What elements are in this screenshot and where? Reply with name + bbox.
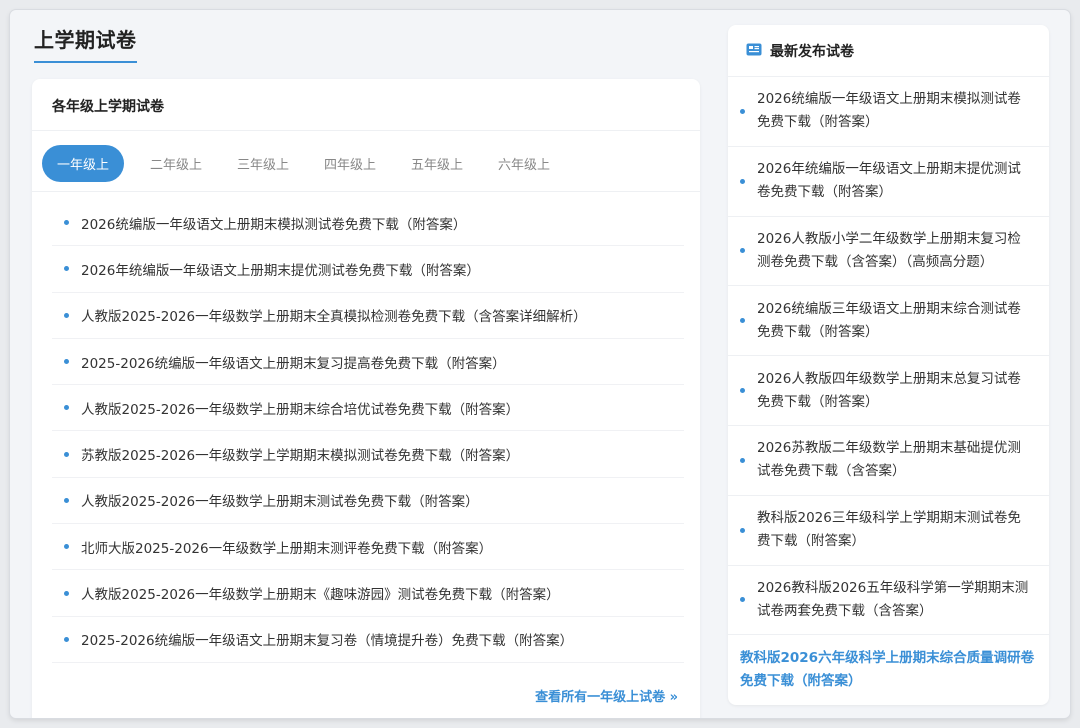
divider xyxy=(32,191,700,192)
bullet-icon xyxy=(740,527,745,533)
list-item[interactable]: 2026苏教版二年级数学上册期末基础提优测试卷免费下载（含答案） xyxy=(728,426,1049,496)
exam-link[interactable]: 人教版2025-2026一年级数学上册期末综合培优试卷免费下载（附答案） xyxy=(81,398,519,418)
exam-link[interactable]: 苏教版2025-2026一年级数学上学期期末模拟测试卷免费下载（附答案） xyxy=(81,444,519,464)
list-item[interactable]: 人教版2025-2026一年级数学上册期末全真模拟检测卷免费下载（含答案详细解析… xyxy=(52,293,684,339)
exam-list: 2026统编版一年级语文上册期末模拟测试卷免费下载（附答案） 2026年统编版一… xyxy=(52,200,684,663)
exam-link[interactable]: 2026统编版三年级语文上册期末综合测试卷免费下载（附答案） xyxy=(757,298,1032,344)
list-item[interactable]: 2025-2026统编版一年级语文上册期末复习提高卷免费下载（附答案） xyxy=(52,339,684,386)
exam-link[interactable]: 北师大版2025-2026一年级数学上册期末测评卷免费下载（附答案） xyxy=(81,537,492,557)
list-item[interactable]: 2026统编版三年级语文上册期末综合测试卷免费下载（附答案） xyxy=(728,286,1049,357)
bullet-icon xyxy=(740,318,745,324)
tab-grade-1[interactable]: 一年级上 xyxy=(42,145,124,182)
bullet-icon xyxy=(64,590,69,596)
list-item[interactable]: 2025-2026统编版一年级语文上册期末复习卷（情境提升卷）免费下载（附答案） xyxy=(52,617,684,663)
latest-exams-panel: 最新发布试卷 2026统编版一年级语文上册期末模拟测试卷免费下载（附答案） 20… xyxy=(728,25,1049,705)
grade-tabs: 一年级上 二年级上 三年级上 四年级上 五年级上 六年级上 xyxy=(42,145,571,182)
list-item[interactable]: 人教版2025-2026一年级数学上册期末综合培优试卷免费下载（附答案） xyxy=(52,385,684,432)
exam-link[interactable]: 2026苏教版二年级数学上册期末基础提优测试卷免费下载（含答案） xyxy=(757,437,1032,483)
tab-grade-3[interactable]: 三年级上 xyxy=(223,145,303,182)
list-item[interactable]: 2026统编版一年级语文上册期末模拟测试卷免费下载（附答案） xyxy=(52,200,684,247)
tab-grade-5[interactable]: 五年级上 xyxy=(397,145,477,182)
list-item[interactable]: 2026统编版一年级语文上册期末模拟测试卷免费下载（附答案） xyxy=(728,77,1049,147)
panel-title: 最新发布试卷 xyxy=(770,43,854,60)
bullet-icon xyxy=(740,178,745,184)
list-item[interactable]: 人教版2025-2026一年级数学上册期末《趣味游园》测试卷免费下载（附答案） xyxy=(52,570,684,617)
exam-link[interactable]: 2026年统编版一年级语文上册期末提优测试卷免费下载（附答案） xyxy=(757,158,1032,204)
exam-link[interactable]: 2026统编版一年级语文上册期末模拟测试卷免费下载（附答案） xyxy=(81,213,466,233)
list-item[interactable]: 人教版2025-2026一年级数学上册期末测试卷免费下载（附答案） xyxy=(52,478,684,525)
exam-link[interactable]: 2026统编版一年级语文上册期末模拟测试卷免费下载（附答案） xyxy=(757,88,1032,134)
bullet-icon xyxy=(64,266,69,272)
bullet-icon xyxy=(64,220,69,226)
featured-exam-link[interactable]: 教科版2026六年级科学上册期末综合质量调研卷免费下载（附答案） xyxy=(728,635,1049,693)
list-item[interactable]: 2026年统编版一年级语文上册期末提优测试卷免费下载（附答案） xyxy=(52,246,684,293)
bullet-icon xyxy=(64,312,69,318)
card-title: 各年级上学期试卷 xyxy=(52,99,164,115)
exam-link[interactable]: 2025-2026统编版一年级语文上册期末复习提高卷免费下载（附答案） xyxy=(81,352,506,372)
newspaper-icon xyxy=(746,41,762,60)
bullet-icon xyxy=(64,497,69,503)
exam-link[interactable]: 2026教科版2026五年级科学第一学期期末测试卷两套免费下载（含答案） xyxy=(757,577,1032,623)
divider xyxy=(32,130,700,131)
exam-link[interactable]: 2026人教版小学二年级数学上册期末复习检测卷免费下载（含答案）（高频高分题） xyxy=(757,228,1032,274)
exam-link[interactable]: 人教版2025-2026一年级数学上册期末全真模拟检测卷免费下载（含答案详细解析… xyxy=(81,305,587,325)
list-item[interactable]: 2026人教版小学二年级数学上册期末复习检测卷免费下载（含答案）（高频高分题） xyxy=(728,217,1049,287)
bullet-icon xyxy=(740,388,745,394)
exam-link[interactable]: 人教版2025-2026一年级数学上册期末测试卷免费下载（附答案） xyxy=(81,490,479,510)
latest-list: 2026统编版一年级语文上册期末模拟测试卷免费下载（附答案） 2026年统编版一… xyxy=(728,77,1049,636)
list-item[interactable]: 2026年统编版一年级语文上册期末提优测试卷免费下载（附答案） xyxy=(728,147,1049,217)
exam-link[interactable]: 人教版2025-2026一年级数学上册期末《趣味游园》测试卷免费下载（附答案） xyxy=(81,583,560,603)
list-item[interactable]: 2026教科版2026五年级科学第一学期期末测试卷两套免费下载（含答案） xyxy=(728,566,1049,636)
view-all-link[interactable]: 查看所有一年级上试卷 » xyxy=(535,686,678,705)
exam-link[interactable]: 教科版2026三年级科学上学期期末测试卷免费下载（附答案） xyxy=(757,507,1032,553)
list-item[interactable]: 教科版2026三年级科学上学期期末测试卷免费下载（附答案） xyxy=(728,496,1049,566)
bullet-icon xyxy=(64,451,69,457)
exam-link[interactable]: 2025-2026统编版一年级语文上册期末复习卷（情境提升卷）免费下载（附答案） xyxy=(81,629,573,649)
tab-grade-2[interactable]: 二年级上 xyxy=(136,145,216,182)
page-title: 上学期试卷 xyxy=(34,24,137,63)
list-item[interactable]: 2026人教版四年级数学上册期末总复习试卷免费下载（附答案） xyxy=(728,356,1049,426)
bullet-icon xyxy=(64,359,69,365)
list-item[interactable]: 北师大版2025-2026一年级数学上册期末测评卷免费下载（附答案） xyxy=(52,524,684,571)
tab-grade-6[interactable]: 六年级上 xyxy=(484,145,564,182)
bullet-icon xyxy=(740,248,745,254)
bullet-icon xyxy=(64,544,69,550)
bullet-icon xyxy=(64,636,69,642)
bullet-icon xyxy=(64,405,69,411)
bullet-icon xyxy=(740,597,745,603)
exam-link[interactable]: 2026年统编版一年级语文上册期末提优测试卷免费下载（附答案） xyxy=(81,259,480,279)
bullet-icon xyxy=(740,457,745,463)
tab-grade-4[interactable]: 四年级上 xyxy=(310,145,390,182)
grade-exams-card: 各年级上学期试卷 一年级上 二年级上 三年级上 四年级上 五年级上 六年级上 2… xyxy=(32,79,700,718)
panel-header: 最新发布试卷 xyxy=(728,25,1049,77)
bullet-icon xyxy=(740,108,745,114)
list-item[interactable]: 苏教版2025-2026一年级数学上学期期末模拟测试卷免费下载（附答案） xyxy=(52,431,684,478)
page-frame: 上学期试卷 各年级上学期试卷 一年级上 二年级上 三年级上 四年级上 五年级上 … xyxy=(10,10,1070,718)
exam-link[interactable]: 2026人教版四年级数学上册期末总复习试卷免费下载（附答案） xyxy=(757,368,1032,414)
